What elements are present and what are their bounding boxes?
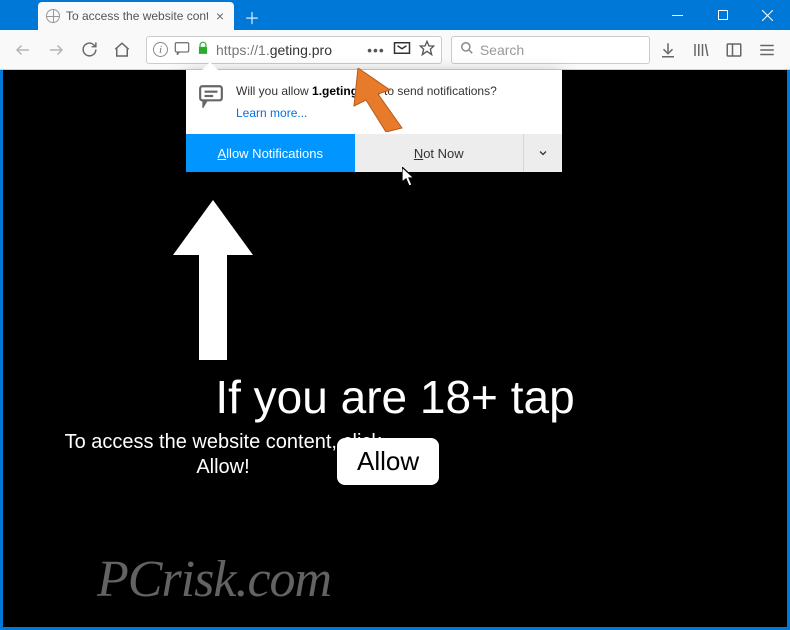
address-bar[interactable]: i https://1.geting.pro ••• (146, 36, 442, 64)
tab-active[interactable]: To access the website content, click × (38, 2, 234, 30)
downloads-button[interactable] (653, 35, 683, 65)
mouse-cursor-icon (402, 167, 416, 192)
reader-mode-icon[interactable] (393, 41, 411, 58)
site-info-icon[interactable]: i (153, 42, 168, 57)
permission-indicator-icon[interactable] (174, 41, 190, 58)
arrow-up-graphic (163, 200, 263, 365)
search-icon (460, 41, 474, 58)
window-close-button[interactable] (745, 0, 790, 30)
url-text: https://1.geting.pro (216, 42, 361, 58)
search-placeholder: Search (480, 42, 524, 58)
headline-text: If you are 18+ tap (215, 370, 574, 424)
tab-close-icon[interactable]: × (214, 8, 226, 24)
page-actions-icon[interactable]: ••• (367, 42, 385, 58)
watermark: PCrisk.com (97, 550, 331, 609)
tab-favicon (46, 9, 60, 23)
sub-text: To access the website content, click All… (63, 430, 383, 480)
window-maximize-button[interactable] (700, 0, 745, 30)
toolbar: i https://1.geting.pro ••• Search (0, 30, 790, 70)
new-tab-button[interactable]: ＋ (238, 4, 266, 30)
back-button[interactable] (8, 35, 38, 65)
lock-icon (196, 41, 210, 58)
bookmark-star-icon[interactable] (419, 40, 435, 59)
tab-title: To access the website content, click (66, 9, 208, 23)
chat-bubble-icon (198, 84, 224, 120)
page-allow-button[interactable]: Allow (337, 438, 439, 485)
menu-button[interactable] (752, 35, 782, 65)
window-minimize-button[interactable] (655, 0, 700, 30)
orange-pointer-arrow (340, 68, 410, 137)
home-button[interactable] (107, 35, 137, 65)
allow-notifications-button[interactable]: Allow Notifications (186, 134, 355, 172)
library-button[interactable] (686, 35, 716, 65)
not-now-dropdown[interactable] (524, 134, 562, 172)
forward-button[interactable] (41, 35, 71, 65)
not-now-button[interactable]: Not Now (355, 134, 525, 172)
reload-button[interactable] (74, 35, 104, 65)
sidebar-button[interactable] (719, 35, 749, 65)
search-bar[interactable]: Search (451, 36, 650, 64)
